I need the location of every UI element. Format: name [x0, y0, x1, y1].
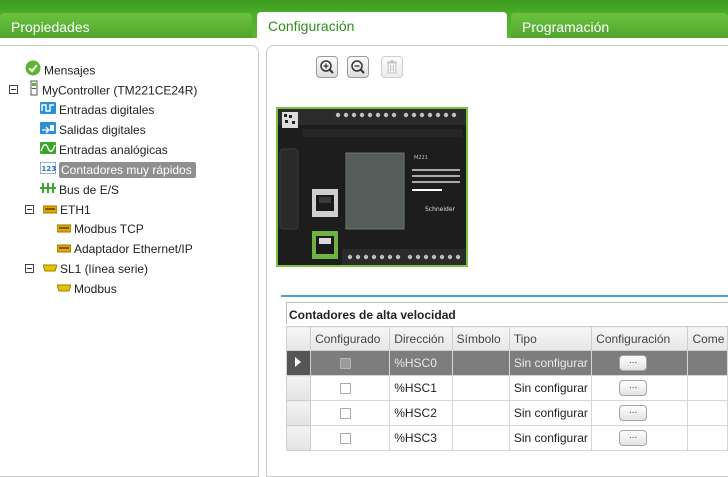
collapse-toggle-eth1[interactable] — [25, 205, 34, 214]
tree-item-adaptador-ethernet-ip[interactable]: Adaptador Ethernet/IP — [56, 239, 193, 258]
svg-text:123: 123 — [42, 165, 57, 173]
row-selector[interactable] — [285, 425, 312, 451]
comment-cell[interactable] — [687, 425, 728, 451]
col-header-comentario[interactable]: Come — [687, 326, 728, 351]
configured-checkbox[interactable] — [340, 433, 352, 445]
tree-item-modbus-tcp[interactable]: Modbus TCP — [56, 219, 144, 238]
col-header-configuracion[interactable]: Configuración — [591, 326, 689, 351]
zoom-in-icon — [320, 60, 334, 74]
col-header-direccion[interactable]: Dirección — [389, 326, 453, 351]
serial-port-icon — [42, 260, 58, 278]
trash-icon — [387, 60, 397, 74]
configure-button[interactable]: ... — [619, 405, 648, 421]
top-tab-bar: Propiedades Configuración Programación — [0, 0, 728, 39]
table-row[interactable]: %HSC3 Sin configurar ... — [285, 425, 728, 451]
configure-button[interactable]: ... — [619, 380, 648, 396]
current-row-arrow-icon — [295, 357, 301, 367]
delete-button[interactable] — [381, 56, 403, 78]
tab-programacion[interactable]: Programación — [511, 13, 728, 38]
grid-title: Contadores de alta velocidad — [286, 302, 728, 324]
configured-checkbox[interactable] — [340, 408, 352, 420]
tab-configuracion[interactable]: Configuración — [257, 12, 507, 39]
tree-item-mensajes[interactable]: Mensajes — [25, 60, 95, 78]
plc-illustration: Schneider M221 — [278, 109, 466, 265]
address-cell: %HSC3 — [389, 425, 453, 451]
row-selector[interactable] — [285, 400, 312, 426]
tree-item-bus-es[interactable]: Bus de E/S — [40, 180, 119, 198]
controller-icon — [29, 80, 39, 101]
tree-item-eth1[interactable]: ETH1 — [42, 200, 91, 219]
analog-input-icon — [40, 141, 56, 159]
check-circle-icon — [25, 60, 41, 81]
network-protocol-icon — [56, 220, 72, 238]
comment-cell[interactable] — [687, 400, 728, 426]
address-cell: %HSC0 — [389, 350, 453, 376]
grid-corner — [285, 326, 312, 351]
zoom-out-icon — [351, 60, 365, 74]
col-header-configurado[interactable]: Configurado — [310, 326, 391, 351]
comment-cell[interactable] — [687, 375, 728, 401]
zoom-out-button[interactable] — [347, 56, 369, 78]
table-row[interactable]: %HSC0 Sin configurar ... — [285, 350, 728, 376]
table-row[interactable]: %HSC2 Sin configurar ... — [285, 400, 728, 426]
io-bus-icon — [40, 181, 56, 199]
network-protocol-icon — [56, 240, 72, 258]
tree-item-controller[interactable]: MyController (TM221CE24R) — [29, 80, 197, 98]
tree-item-sl1[interactable]: SL1 (línea serie) — [42, 259, 148, 278]
col-header-simbolo[interactable]: Símbolo — [451, 326, 510, 351]
configured-checkbox[interactable] — [340, 358, 352, 370]
type-cell: Sin configurar — [508, 400, 593, 426]
ethernet-port-icon — [42, 201, 58, 219]
collapse-toggle-controller[interactable] — [9, 85, 18, 94]
high-speed-counter-icon: 123 — [39, 161, 57, 179]
configure-button[interactable]: ... — [619, 430, 648, 446]
serial-protocol-icon — [56, 280, 72, 298]
collapse-toggle-sl1[interactable] — [25, 264, 34, 273]
svg-text:M221: M221 — [414, 155, 428, 161]
row-selector[interactable] — [285, 375, 312, 401]
row-selector[interactable] — [285, 350, 312, 376]
tree-item-contadores-muy-rapidos[interactable]: 123 Contadores muy rápidos — [39, 160, 196, 179]
configured-checkbox[interactable] — [340, 383, 352, 395]
type-cell: Sin configurar — [508, 375, 593, 401]
grid-header-row: Configurado Dirección Símbolo Tipo Confi… — [285, 326, 728, 351]
comment-cell[interactable] — [687, 350, 728, 376]
counters-grid: Configurado Dirección Símbolo Tipo Confi… — [285, 326, 728, 451]
symbol-cell[interactable] — [451, 400, 510, 426]
digital-input-icon — [40, 101, 56, 119]
tree-item-salidas-digitales[interactable]: Salidas digitales — [40, 120, 146, 138]
controller-device-image[interactable]: Schneider M221 — [276, 107, 468, 267]
section-divider — [281, 295, 728, 297]
col-header-tipo[interactable]: Tipo — [508, 326, 593, 351]
digital-output-icon — [40, 121, 56, 139]
svg-text:Schneider: Schneider — [425, 206, 456, 213]
table-row[interactable]: %HSC1 Sin configurar ... — [285, 375, 728, 401]
symbol-cell[interactable] — [451, 375, 510, 401]
configure-button[interactable]: ... — [619, 355, 648, 371]
tree-item-entradas-analogicas[interactable]: Entradas analógicas — [40, 140, 168, 158]
tree-item-modbus[interactable]: Modbus — [56, 279, 117, 298]
type-cell: Sin configurar — [508, 350, 593, 376]
type-cell: Sin configurar — [508, 425, 593, 451]
address-cell: %HSC1 — [389, 375, 453, 401]
symbol-cell[interactable] — [451, 350, 510, 376]
address-cell: %HSC2 — [389, 400, 453, 426]
tab-propiedades[interactable]: Propiedades — [0, 13, 252, 38]
tree-item-entradas-digitales[interactable]: Entradas digitales — [40, 100, 154, 118]
zoom-in-button[interactable] — [316, 56, 338, 78]
symbol-cell[interactable] — [451, 425, 510, 451]
